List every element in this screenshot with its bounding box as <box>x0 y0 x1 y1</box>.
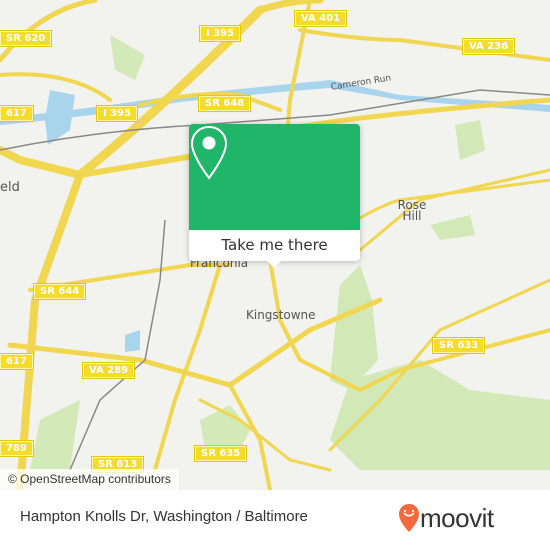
moovit-logo[interactable]: moovit <box>398 499 538 543</box>
pond <box>125 330 140 352</box>
osm-attribution[interactable]: © OpenStreetMap contributors <box>0 469 179 490</box>
road-shield: VA 401 <box>295 11 347 26</box>
road-shield: SR 633 <box>433 338 485 353</box>
railroad <box>69 219 166 471</box>
road-shield: VA 236 <box>463 39 515 54</box>
park-area <box>330 265 378 390</box>
place-label-rose-hill: Rose Hill <box>397 198 427 223</box>
place-label-springfield: eld <box>0 180 20 195</box>
take-me-there-button[interactable]: Take me there <box>189 230 360 261</box>
popup-header <box>189 124 360 230</box>
location-popup[interactable]: Take me there <box>189 124 360 268</box>
place-label-kingstowne: Kingstowne <box>246 308 316 322</box>
moovit-pin-icon <box>399 504 419 532</box>
park-area <box>30 400 80 470</box>
map-view[interactable]: Franconia Kingstowne Rose Hill eld Camer… <box>0 0 550 490</box>
footer-bar: Hampton Knolls Dr, Washington / Baltimor… <box>0 490 550 550</box>
moovit-wordmark: moovit <box>420 503 494 533</box>
road-shield: SR 620 <box>0 31 52 46</box>
road-shield: SR 644 <box>34 284 86 299</box>
popup-pointer <box>266 260 282 268</box>
road-shield: SR 635 <box>195 446 247 461</box>
park-area <box>110 35 145 80</box>
road-shield: 617 <box>0 354 33 369</box>
road-shield: SR 648 <box>199 96 251 111</box>
location-pin-icon <box>190 125 228 180</box>
road-shield: VA 289 <box>83 363 135 378</box>
park-area <box>455 120 485 160</box>
location-title: Hampton Knolls Dr, Washington / Baltimor… <box>20 508 308 525</box>
road-shield: 789 <box>0 441 33 456</box>
road-shield: I 395 <box>200 26 241 41</box>
road-shield: I 395 <box>97 106 138 121</box>
park-area <box>430 215 475 240</box>
road-shield: 617 <box>0 106 33 121</box>
